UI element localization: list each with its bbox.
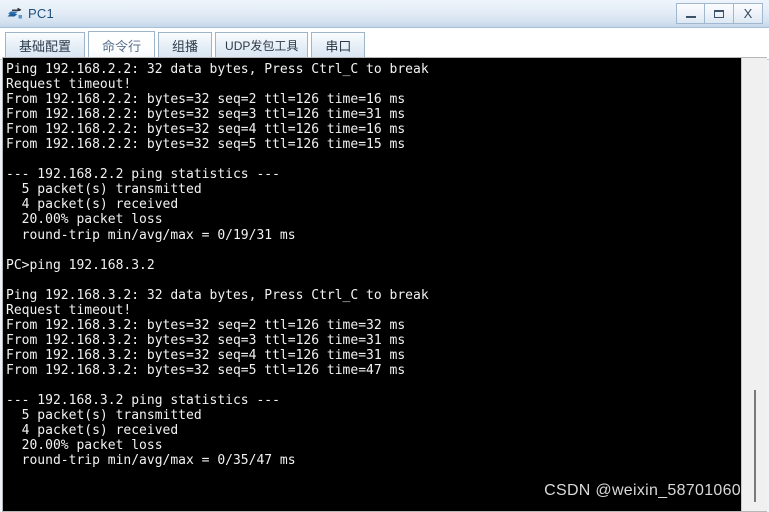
- tab-label: 组播: [172, 39, 199, 54]
- terminal-line: round-trip min/avg/max = 0/19/31 ms: [6, 227, 296, 243]
- tab-serial-port[interactable]: 串口: [311, 32, 366, 58]
- terminal-line: round-trip min/avg/max = 0/35/47 ms: [6, 453, 296, 469]
- terminal-line: PC>ping 192.168.3.2: [6, 257, 155, 273]
- pc1-window: PC1 X 基础配置 命令行 组播 UDP发包工具 串口 Ping 192.16…: [0, 0, 769, 512]
- terminal-line: 20.00% packet loss: [6, 212, 163, 228]
- tab-basic-config[interactable]: 基础配置: [5, 32, 86, 58]
- tab-label: 串口: [325, 39, 352, 54]
- close-button[interactable]: X: [734, 3, 763, 24]
- window-controls: X: [676, 3, 763, 24]
- terminal-line: 5 packet(s) transmitted: [6, 408, 202, 424]
- terminal-vertical-scrollbar[interactable]: [741, 58, 767, 511]
- tab-multicast[interactable]: 组播: [158, 32, 213, 58]
- terminal-output: Ping 192.168.2.2: 32 data bytes, Press C…: [6, 62, 741, 468]
- terminal-line: Ping 192.168.2.2: 32 data bytes, Press C…: [6, 62, 429, 77]
- tab-list: 基础配置 命令行 组播 UDP发包工具 串口: [5, 31, 368, 58]
- terminal-line: 20.00% packet loss: [6, 438, 163, 454]
- terminal-line: From 192.168.3.2: bytes=32 seq=4 ttl=126…: [6, 347, 406, 363]
- scrollbar-thumb[interactable]: [754, 390, 756, 502]
- terminal-line: From 192.168.2.2: bytes=32 seq=3 ttl=126…: [6, 107, 406, 123]
- terminal-line: From 192.168.3.2: bytes=32 seq=2 ttl=126…: [6, 317, 406, 333]
- terminal-line: Request timeout!: [6, 302, 132, 318]
- network-pc-icon: [7, 7, 22, 19]
- window-title: PC1: [28, 6, 54, 21]
- terminal-line: 4 packet(s) received: [6, 423, 179, 439]
- window-titlebar[interactable]: PC1 X: [0, 0, 769, 28]
- minimize-button[interactable]: [676, 3, 705, 24]
- tab-command-line[interactable]: 命令行: [88, 31, 156, 58]
- maximize-glyph-icon: [714, 9, 724, 18]
- terminal-console[interactable]: Ping 192.168.2.2: 32 data bytes, Press C…: [3, 58, 741, 511]
- command-line-panel: Ping 192.168.2.2: 32 data bytes, Press C…: [2, 57, 767, 512]
- tab-label: 命令行: [102, 38, 142, 54]
- terminal-line: 5 packet(s) transmitted: [6, 182, 202, 198]
- close-glyph-icon: X: [743, 6, 753, 21]
- terminal-line: Request timeout!: [6, 77, 132, 93]
- tab-label: 基础配置: [19, 39, 72, 54]
- tab-label: UDP发包工具: [225, 39, 299, 53]
- terminal-line: From 192.168.3.2: bytes=32 seq=5 ttl=126…: [6, 362, 406, 378]
- terminal-line: 4 packet(s) received: [6, 197, 179, 213]
- tab-udp-packet-tool[interactable]: UDP发包工具: [215, 32, 309, 58]
- minimize-glyph-icon: [685, 15, 696, 18]
- maximize-button[interactable]: [705, 3, 734, 24]
- terminal-line: --- 192.168.3.2 ping statistics ---: [6, 393, 280, 409]
- terminal-line: From 192.168.3.2: bytes=32 seq=3 ttl=126…: [6, 332, 406, 348]
- terminal-line: From 192.168.2.2: bytes=32 seq=4 ttl=126…: [6, 122, 406, 138]
- terminal-line: From 192.168.2.2: bytes=32 seq=2 ttl=126…: [6, 92, 406, 108]
- terminal-line: Ping 192.168.3.2: 32 data bytes, Press C…: [6, 287, 429, 303]
- terminal-line: From 192.168.2.2: bytes=32 seq=5 ttl=126…: [6, 137, 406, 153]
- tab-strip: 基础配置 命令行 组播 UDP发包工具 串口: [0, 28, 769, 60]
- terminal-line: --- 192.168.2.2 ping statistics ---: [6, 167, 280, 183]
- titlebar-left-group: PC1: [6, 0, 54, 27]
